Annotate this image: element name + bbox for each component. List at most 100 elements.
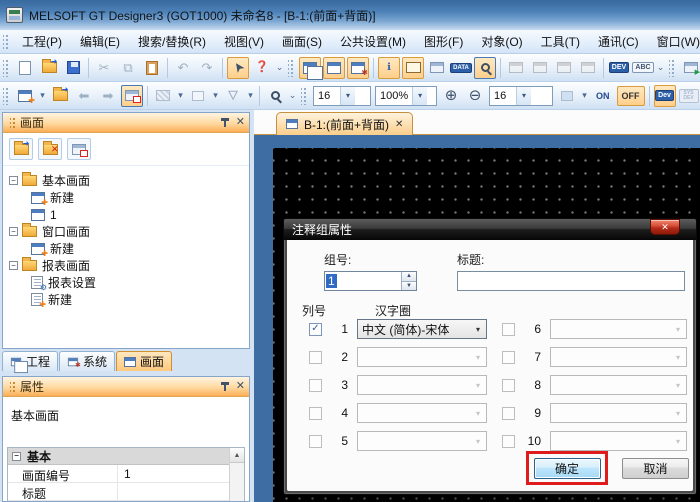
menu-screen[interactable]: 画面(S) [273,30,331,53]
row6-checkbox[interactable] [502,323,515,336]
grid-size-combo[interactable]: 16▾ [489,86,553,106]
row8-checkbox[interactable] [502,379,515,392]
menu-search-replace[interactable]: 搜索/替换(R) [129,30,215,53]
tree-item-report-screens[interactable]: − 报表画面 [9,257,249,274]
close-screen-tool-button[interactable] [38,138,62,160]
menu-object[interactable]: 对象(O) [472,30,531,53]
redo-button[interactable]: ↷ [196,57,218,79]
new-screen-button[interactable] [14,85,36,107]
pattern-dropdown[interactable]: ▾ [175,85,186,107]
copy-button[interactable]: ⧉ [117,57,139,79]
row3-language-dropdown[interactable]: ▾ [357,375,487,395]
menu-view[interactable]: 视图(V) [215,30,273,53]
screen-panel-header[interactable]: 画面 ✕ [3,113,249,133]
tree-item-new-window-screen[interactable]: 新建 [9,240,249,257]
object-on-button[interactable]: ON [591,86,615,106]
row3-checkbox[interactable] [309,379,322,392]
menu-window[interactable]: 窗口(W) [648,30,700,53]
library-toggle[interactable] [402,57,424,79]
title-bar[interactable]: MELSOFT GT Designer3 (GOT1000) 未命名8 - [B… [0,0,700,30]
row9-language-dropdown[interactable]: ▾ [550,403,687,423]
close-icon[interactable]: ✕ [236,381,245,392]
open-screen-button[interactable] [49,85,71,107]
menu-figure[interactable]: 图形(F) [415,30,472,53]
row5-language-dropdown[interactable]: ▾ [357,431,487,451]
select-pointer-button[interactable]: ➤ [227,57,249,79]
property-panel-header[interactable]: 属性 ✕ [3,377,249,397]
toolbar-overflow[interactable]: ⌄ [655,57,666,79]
tree-item-report-settings[interactable]: 报表设置 [9,274,249,291]
row10-checkbox[interactable] [502,435,515,448]
group-no-spinner[interactable]: 1 ▲ ▼ [324,271,417,291]
row4-language-dropdown[interactable]: ▾ [357,403,487,423]
device-list-button[interactable]: DEV [608,57,630,79]
zoom-preview-button[interactable] [264,85,286,107]
cancel-button[interactable]: 取消 [622,458,689,479]
tab-system[interactable]: 系统 [59,351,115,371]
undo-button[interactable]: ↶ [172,57,194,79]
toolbar-overflow[interactable]: ⌄ [274,57,285,79]
menu-tools[interactable]: 工具(T) [532,30,589,53]
arrange-windows-button[interactable] [553,57,575,79]
row9-checkbox[interactable] [502,407,515,420]
tree-item-new-report[interactable]: 新建 [9,291,249,308]
cascade-windows-button[interactable] [505,57,527,79]
row8-language-dropdown[interactable]: ▾ [550,375,687,395]
row1-language-dropdown[interactable]: 中文 (简体)-宋体▾ [357,319,487,339]
zoom-in-button[interactable]: ⊕ [440,85,462,107]
open-project-button[interactable] [38,57,60,79]
dialog-title-bar[interactable]: 注释组属性 [284,219,696,240]
zoom-level-combo[interactable]: 100%▾ [375,86,437,106]
font-size-combo[interactable]: 16▾ [313,86,371,106]
row7-language-dropdown[interactable]: ▾ [550,347,687,367]
row1-checkbox[interactable]: ✓ [309,323,322,336]
device-info-toggle[interactable]: ℹ [378,57,400,79]
close-icon[interactable]: ✕ [236,117,245,128]
expander-icon[interactable]: − [12,452,21,461]
data-view-button[interactable]: DATA [450,57,472,79]
system-device-toggle[interactable]: SYS DEV [678,85,700,107]
zoom-out-button[interactable]: ⊖ [464,85,486,107]
front-screen-toggle[interactable] [299,57,321,79]
data-browser-toggle[interactable] [474,57,496,79]
pin-icon[interactable] [219,381,230,392]
window-screen-toggle[interactable] [323,57,345,79]
document-tab-close-icon[interactable]: ✕ [395,119,403,130]
close-windows-button[interactable] [577,57,599,79]
help-button[interactable]: ❓ [251,57,273,79]
screen-property-toggle[interactable] [347,57,369,79]
row10-language-dropdown[interactable]: ▾ [550,431,687,451]
grid-dropdown[interactable]: ▾ [579,85,590,107]
device-display-toggle[interactable]: Dev [654,85,676,107]
property-group-basic[interactable]: − 基本 [8,448,244,465]
ok-button[interactable]: 确定 [534,458,601,479]
spin-up-icon[interactable]: ▲ [402,272,416,282]
screen-preview-button[interactable] [121,85,143,107]
expander-icon[interactable]: − [9,261,18,270]
grid-color-button[interactable] [556,85,578,107]
text-list-button[interactable]: ABC [632,57,654,79]
tree-item-window-screens[interactable]: − 窗口画面 [9,223,249,240]
property-row-title[interactable]: 标题 [8,483,244,501]
new-screen-dropdown[interactable]: ▾ [37,85,48,107]
scroll-up-icon[interactable]: ▲ [230,448,244,463]
expander-icon[interactable]: − [9,227,18,236]
menu-common-settings[interactable]: 公共设置(M) [331,30,415,53]
tab-project[interactable]: 工程 [2,351,58,371]
tree-item-base-screens[interactable]: − 基本画面 [9,172,249,189]
parts-button[interactable] [426,57,448,79]
title-input[interactable] [457,271,685,291]
tile-windows-button[interactable] [529,57,551,79]
forward-button[interactable]: ➡ [97,85,119,107]
back-button[interactable]: ⬅ [73,85,95,107]
tab-screen[interactable]: 画面 [116,351,172,371]
object-off-button[interactable]: OFF [617,86,645,106]
preview-tool-button[interactable] [67,138,91,160]
line-style-button[interactable] [187,85,209,107]
menu-project[interactable]: 工程(P) [13,30,71,53]
pin-icon[interactable] [219,117,230,128]
tree-item-new-base-screen[interactable]: 新建 [9,189,249,206]
dialog-close-button[interactable]: ✕ [650,219,680,235]
new-project-button[interactable] [14,57,36,79]
row2-language-dropdown[interactable]: ▾ [357,347,487,367]
